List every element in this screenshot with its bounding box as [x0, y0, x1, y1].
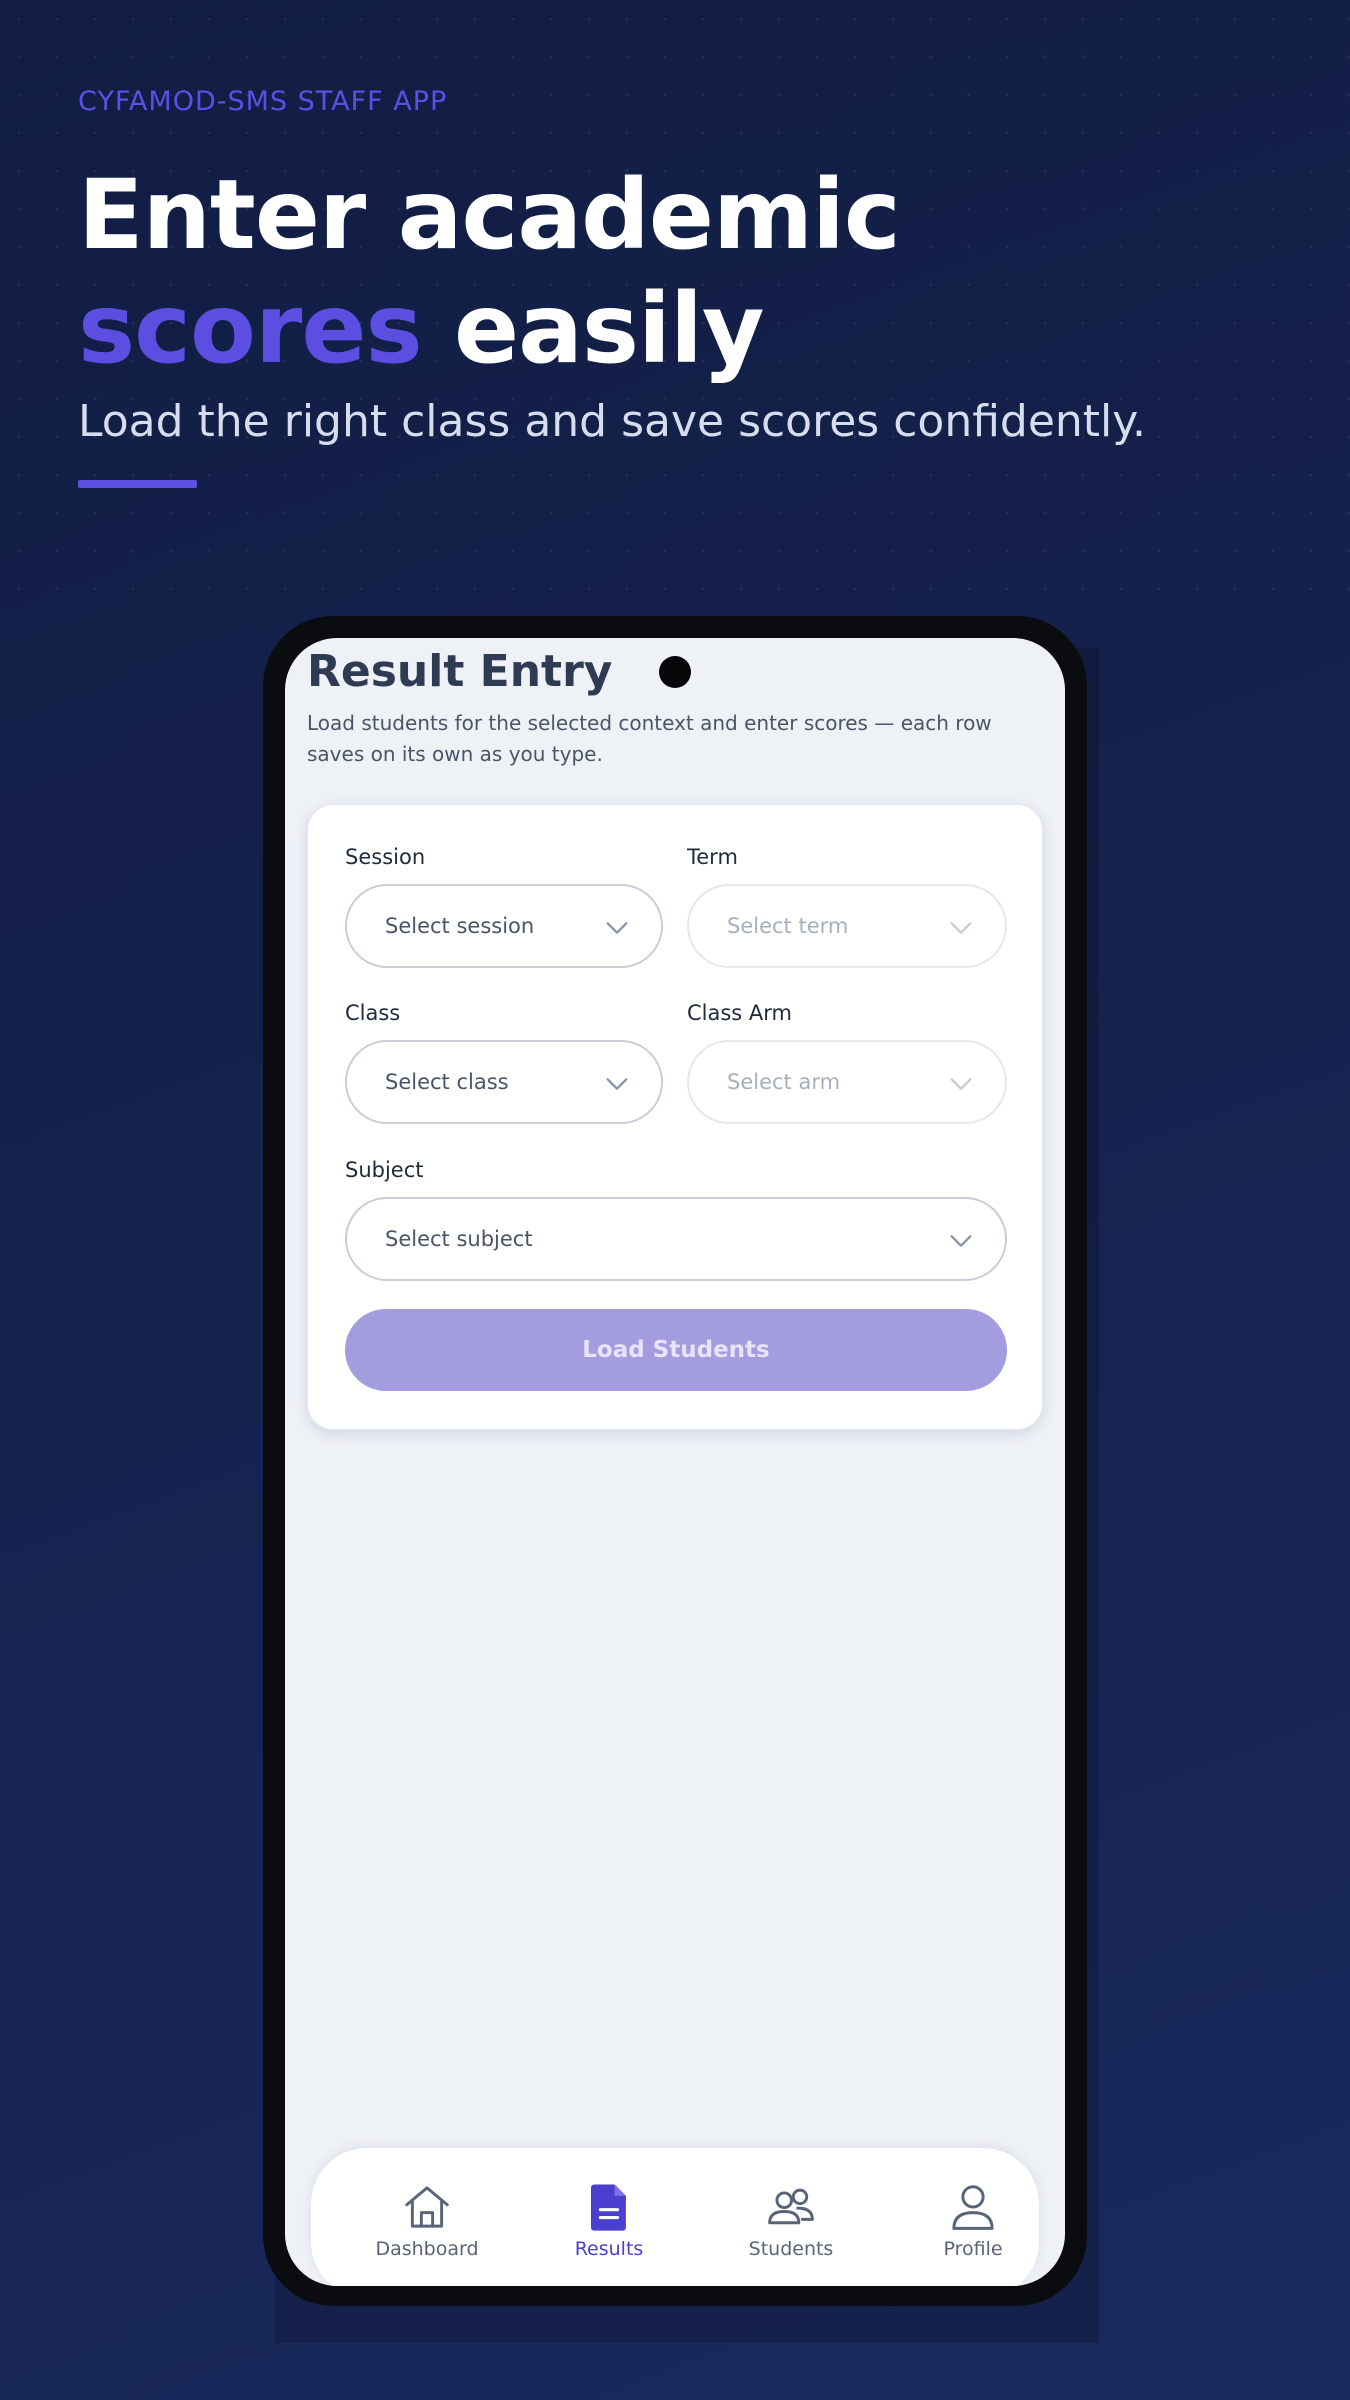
session-label: Session	[345, 845, 426, 869]
promo-eyebrow: CYFAMOD-SMS STAFF APP	[78, 86, 448, 117]
nav-label-results: Results	[574, 2238, 644, 2260]
nav-label-students: Students	[748, 2238, 834, 2260]
chevron-down-icon	[606, 1078, 628, 1090]
chevron-down-icon	[950, 1078, 972, 1090]
headline-line-2: scores easily	[78, 272, 900, 386]
term-select[interactable]: Select term	[687, 884, 1007, 968]
subject-select-value: Select subject	[385, 1227, 533, 1251]
nav-item-profile[interactable]: Profile	[898, 2180, 1048, 2270]
chevron-down-icon	[606, 922, 628, 934]
nav-label-profile: Profile	[943, 2238, 1003, 2260]
class-select-value: Select class	[385, 1070, 509, 1094]
promo-subline: Load the right class and save scores con…	[78, 396, 1147, 447]
nav-item-students[interactable]: Students	[716, 2180, 866, 2270]
session-select-value: Select session	[385, 914, 535, 938]
class-select[interactable]: Select class	[345, 1040, 663, 1124]
user-icon	[952, 2185, 994, 2230]
class-arm-label: Class Arm	[687, 1001, 793, 1025]
headline-accent-word: scores	[78, 273, 423, 385]
users-icon	[768, 2188, 814, 2225]
subject-select[interactable]: Select subject	[345, 1197, 1007, 1281]
chevron-down-icon	[950, 1235, 972, 1247]
phone-screen: Result Entry Load students for the selec…	[285, 638, 1065, 2286]
result-entry-form-card: Session Select session Term Select term …	[307, 804, 1043, 1430]
class-arm-select[interactable]: Select arm	[687, 1040, 1007, 1124]
session-select[interactable]: Select session	[345, 884, 663, 968]
front-camera	[659, 656, 691, 688]
class-label: Class	[345, 1001, 401, 1025]
bottom-navigation: Dashboard Results Students Profile	[311, 2148, 1039, 2286]
nav-item-dashboard[interactable]: Dashboard	[352, 2180, 502, 2270]
document-icon	[591, 2184, 626, 2231]
promo-headline: Enter academic scores easily	[78, 158, 901, 386]
subject-label: Subject	[345, 1158, 424, 1182]
term-label: Term	[687, 845, 738, 869]
load-students-button[interactable]: Load Students	[345, 1309, 1007, 1391]
chevron-down-icon	[950, 922, 972, 934]
home-icon	[405, 2186, 449, 2228]
class-arm-select-value: Select arm	[727, 1070, 841, 1094]
headline-rest: easily	[421, 273, 764, 385]
accent-underline	[78, 480, 197, 488]
nav-item-results[interactable]: Results	[534, 2180, 684, 2270]
page-description: Load students for the selected context a…	[307, 711, 992, 766]
page-title: Result Entry	[307, 646, 613, 697]
headline-line-1: Enter academic	[78, 159, 901, 271]
nav-label-dashboard: Dashboard	[375, 2238, 479, 2260]
term-select-value: Select term	[727, 914, 849, 938]
